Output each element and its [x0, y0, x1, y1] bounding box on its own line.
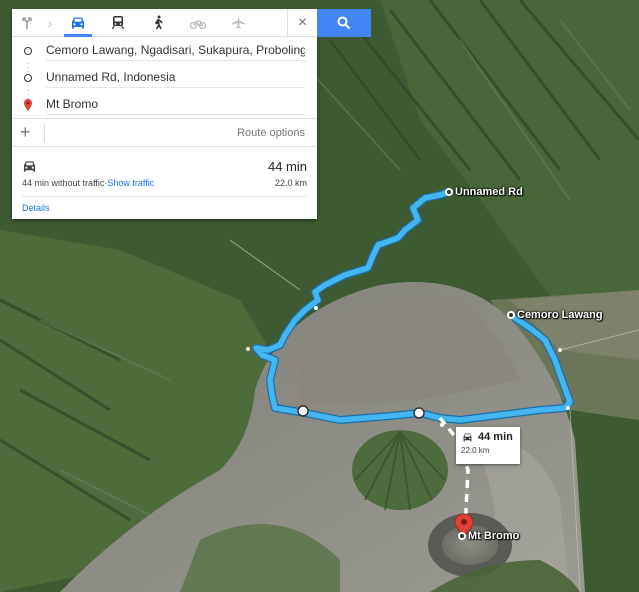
connector-dots: · · ·	[27, 86, 30, 103]
bicycle-icon	[190, 19, 206, 29]
close-button[interactable]: ×	[287, 9, 317, 36]
mode-walking[interactable]	[138, 9, 178, 36]
mode-cycling[interactable]	[178, 9, 218, 36]
stop-origin[interactable]: Cemoro Lawang, Ngadisari, Sukapura, Prob…	[24, 37, 305, 64]
details-link[interactable]: Details	[22, 203, 307, 213]
route-options-button[interactable]: Route options	[237, 127, 317, 139]
options-row: + Route options	[12, 119, 317, 147]
map-label-unnamed-rd[interactable]: Unnamed Rd	[445, 186, 523, 198]
place-marker-icon	[458, 532, 466, 540]
travel-mode-bar: › ×	[12, 9, 317, 37]
show-traffic-link[interactable]: Show traffic	[107, 178, 154, 188]
place-marker-icon	[507, 311, 515, 319]
without-traffic-text: 44 min without traffic	[22, 178, 105, 188]
connector-dots: · · ·	[27, 59, 30, 76]
route-arrow-icon	[22, 16, 32, 29]
car-icon	[463, 433, 472, 441]
stop-destination-field[interactable]: Mt Bromo	[46, 97, 305, 115]
stop-origin-field[interactable]: Cemoro Lawang, Ngadisari, Sukapura, Prob…	[46, 43, 305, 61]
airplane-icon	[231, 16, 245, 29]
stop-destination[interactable]: Mt Bromo	[24, 91, 305, 118]
search-icon	[337, 16, 351, 30]
car-icon	[72, 17, 84, 28]
search-button[interactable]	[317, 9, 371, 37]
route-time: 44 min	[267, 158, 307, 174]
route-stops-list: Cemoro Lawang, Ngadisari, Sukapura, Prob…	[12, 37, 317, 119]
place-marker-icon	[445, 188, 453, 196]
car-icon	[23, 160, 36, 172]
directions-panel: › × Cemoro Lawang, Ngadisari, Sukapura, …	[12, 9, 317, 219]
map-label-cemoro-lawang[interactable]: Cemoro Lawang	[507, 309, 603, 321]
mode-driving[interactable]	[58, 9, 98, 37]
mode-transit[interactable]	[98, 9, 138, 36]
mode-flights[interactable]	[218, 9, 258, 36]
map-label-mt-bromo[interactable]: Mt Bromo	[458, 530, 519, 542]
walking-icon	[154, 15, 163, 30]
chevron-right-icon: ›	[47, 14, 53, 31]
stop-circle-icon	[24, 46, 32, 55]
mode-best-route[interactable]	[12, 9, 42, 36]
stop-waypoint-field[interactable]: Unnamed Rd, Indonesia	[46, 70, 305, 88]
train-icon	[111, 16, 125, 30]
route-distance: 22.0 km	[274, 178, 307, 188]
stop-waypoint[interactable]: Unnamed Rd, Indonesia	[24, 64, 305, 91]
callout-distance: 22.0 km	[461, 446, 490, 455]
add-destination-button[interactable]: +	[20, 122, 40, 143]
route-waypoint	[297, 405, 309, 417]
route-callout[interactable]: 44 min 22.0 km	[456, 427, 520, 464]
route-summary[interactable]: 44 min 44 min without traffic · Show tra…	[12, 147, 317, 219]
route-waypoint	[413, 407, 425, 419]
close-icon: ×	[297, 13, 308, 31]
callout-time: 44 min	[478, 431, 513, 443]
